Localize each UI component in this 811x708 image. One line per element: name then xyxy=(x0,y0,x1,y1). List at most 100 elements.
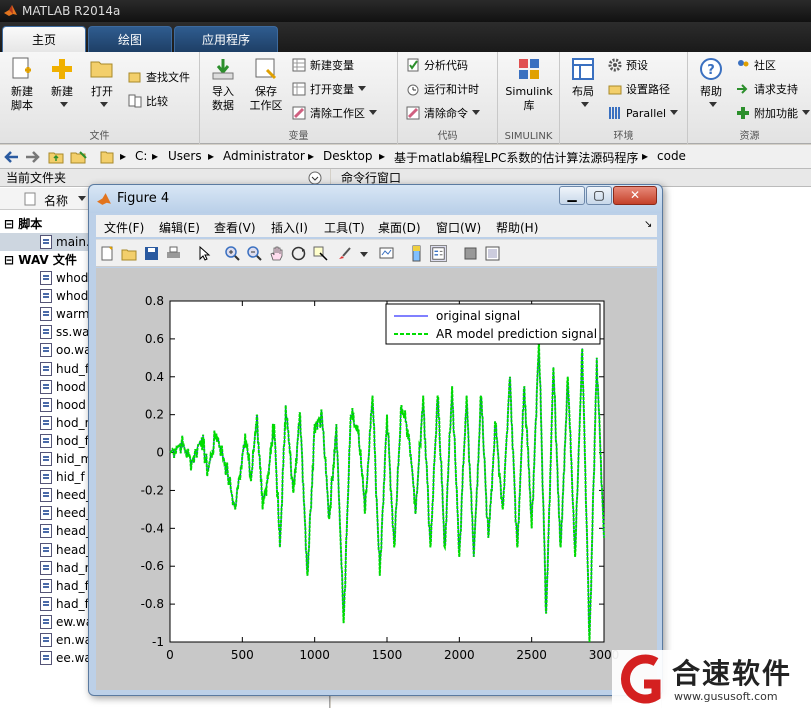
data-cursor-icon[interactable] xyxy=(312,245,329,262)
list-item[interactable]: hod_f xyxy=(40,432,89,450)
print-icon[interactable] xyxy=(165,245,182,262)
address-segment-users[interactable]: Users xyxy=(168,149,202,163)
layout-button[interactable]: 布局 xyxy=(566,56,600,113)
address-segment-administrator[interactable]: Administrator xyxy=(223,149,305,163)
minimize-button[interactable]: ▁ xyxy=(559,186,585,205)
menu-file[interactable]: 文件(F) xyxy=(104,219,144,236)
menu-insert[interactable]: 插入(I) xyxy=(271,219,308,236)
tab-plots[interactable]: 绘图 xyxy=(88,26,172,52)
gusu-logo-icon xyxy=(621,654,661,704)
request-support-button[interactable]: 请求支持 xyxy=(736,80,798,100)
open-button[interactable]: 打开 xyxy=(84,56,120,113)
list-item[interactable]: whod xyxy=(40,287,88,305)
list-item[interactable]: hid_f xyxy=(40,468,85,486)
analyze-code-button[interactable]: 分析代码 xyxy=(406,56,468,76)
menu-tools[interactable]: 工具(T) xyxy=(324,219,365,236)
clear-workspace-button[interactable]: 清除工作区 xyxy=(292,104,377,124)
list-item[interactable]: had_f xyxy=(40,577,89,595)
dock-arrow-icon[interactable]: ↘ xyxy=(644,219,652,230)
parallel-button[interactable]: Parallel xyxy=(608,104,679,124)
maximize-button[interactable]: ▢ xyxy=(586,186,612,205)
sort-icon[interactable] xyxy=(78,196,86,201)
forward-icon[interactable] xyxy=(24,150,40,164)
legend-icon[interactable] xyxy=(430,245,447,262)
list-item[interactable]: hid_m xyxy=(40,450,92,468)
list-item[interactable]: had_f xyxy=(40,595,89,613)
list-item[interactable]: warm xyxy=(40,305,90,323)
compare-button[interactable]: 比较 xyxy=(128,92,168,112)
tab-apps[interactable]: 应用程序 xyxy=(174,26,278,52)
menu-view[interactable]: 查看(V) xyxy=(214,219,256,236)
save-icon[interactable] xyxy=(143,245,160,262)
address-segment-project[interactable]: 基于matlab编程LPC系数的估计算法源码程序 xyxy=(394,149,638,166)
list-item[interactable]: hod_r xyxy=(40,414,90,432)
menu-window[interactable]: 窗口(W) xyxy=(436,219,481,236)
menu-help[interactable]: 帮助(H) xyxy=(496,219,538,236)
new-variable-button[interactable]: 新建变量 xyxy=(292,56,354,76)
list-item[interactable]: head_ xyxy=(40,522,92,540)
panel-menu-icon[interactable] xyxy=(308,171,322,185)
list-item[interactable]: hood xyxy=(40,396,86,414)
plot-area[interactable]: 0 500 1000 1500 2000 2500 3000-1-0.8-0.6-0.4-0… xyxy=(96,268,657,690)
list-item[interactable]: whod xyxy=(40,269,88,287)
list-item[interactable]: had_r xyxy=(40,559,90,577)
browse-folder-icon[interactable] xyxy=(70,149,88,164)
run-and-time-button[interactable]: 运行和计时 xyxy=(406,80,479,100)
list-item[interactable]: hood xyxy=(40,378,86,396)
run-and-time-icon xyxy=(407,84,419,96)
analyze-code-icon xyxy=(407,58,419,72)
list-item[interactable]: hud_f xyxy=(40,360,89,378)
import-data-button[interactable]: 导入 数据 xyxy=(206,56,240,113)
back-icon[interactable] xyxy=(4,150,20,164)
zoom-out-icon[interactable] xyxy=(246,245,263,262)
list-item[interactable]: ee.wa xyxy=(40,649,92,667)
list-item[interactable]: ew.wa xyxy=(40,613,93,631)
address-segment-drive[interactable]: C: xyxy=(135,149,147,163)
menu-desktop[interactable]: 桌面(D) xyxy=(378,219,421,236)
addons-button[interactable]: 附加功能 xyxy=(736,104,810,124)
wav-section-header[interactable]: ⊟ WAV 文件 xyxy=(4,251,77,268)
zoom-in-icon[interactable] xyxy=(224,245,241,262)
script-section-header[interactable]: ⊟ 脚本 xyxy=(4,215,42,232)
tab-home[interactable]: 主页 xyxy=(2,26,86,52)
menu-edit[interactable]: 编辑(E) xyxy=(159,219,200,236)
list-item[interactable]: heed_ xyxy=(40,486,92,504)
preferences-button[interactable]: 预设 xyxy=(608,56,648,76)
brush-icon[interactable] xyxy=(336,245,353,262)
collapse-icon[interactable]: ⊟ xyxy=(4,217,14,231)
open-file-icon[interactable] xyxy=(121,245,138,262)
address-segment-code[interactable]: code xyxy=(657,149,686,163)
collapse-icon[interactable]: ⊟ xyxy=(4,253,14,267)
set-path-button[interactable]: 设置路径 xyxy=(608,80,670,100)
new-button[interactable]: 新建 xyxy=(44,56,80,113)
pan-hand-icon[interactable] xyxy=(268,245,285,262)
rotate-3d-icon[interactable] xyxy=(290,245,307,262)
new-script-button[interactable]: 新建 脚本 xyxy=(4,56,40,113)
pointer-icon[interactable] xyxy=(196,245,213,262)
simulink-library-button[interactable]: Simulink 库 xyxy=(504,56,554,113)
link-plot-icon[interactable] xyxy=(378,245,395,262)
colorbar-icon[interactable] xyxy=(408,245,425,262)
name-column-header[interactable]: 名称 xyxy=(44,192,68,209)
address-segment-desktop[interactable]: Desktop xyxy=(323,149,373,163)
list-item[interactable]: oo.wa xyxy=(40,341,91,359)
help-icon: ? xyxy=(700,58,722,80)
list-item[interactable]: en.wa xyxy=(40,631,92,649)
up-folder-icon[interactable] xyxy=(48,149,64,164)
save-workspace-button[interactable]: 保存 工作区 xyxy=(246,56,286,113)
community-button[interactable]: 社区 xyxy=(736,56,776,76)
open-variable-button[interactable]: 打开变量 xyxy=(292,80,366,100)
hide-tools-icon[interactable] xyxy=(462,245,479,262)
help-button[interactable]: ? 帮助 xyxy=(694,56,728,113)
close-button[interactable]: ✕ xyxy=(613,186,657,205)
list-item[interactable]: ss.wa xyxy=(40,323,90,341)
figure-title-bar[interactable]: Figure 4 ▁ ▢ ✕ xyxy=(89,185,662,213)
list-item[interactable]: head_ xyxy=(40,541,92,559)
list-item[interactable]: heed_ xyxy=(40,504,92,522)
new-figure-icon[interactable] xyxy=(99,245,116,262)
clear-commands-button[interactable]: 清除命令 xyxy=(406,104,480,124)
show-tools-icon[interactable] xyxy=(484,245,501,262)
find-files-button[interactable]: 查找文件 xyxy=(128,68,190,88)
script-section-label: 脚本 xyxy=(18,217,43,231)
brush-dropdown-icon[interactable] xyxy=(360,252,368,257)
